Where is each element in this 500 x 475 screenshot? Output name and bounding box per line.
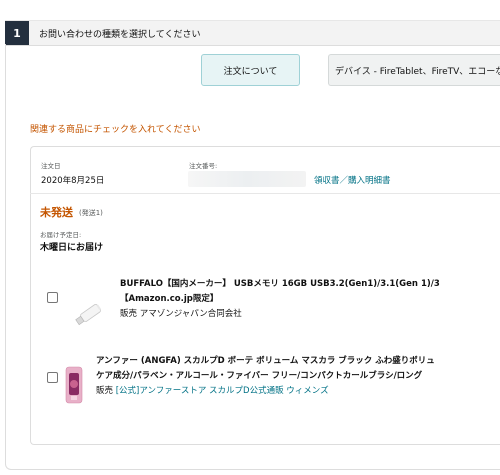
- receipt-link[interactable]: 領収書／購入明細書: [314, 174, 391, 186]
- delivery-value: 木曜日にお届け: [40, 243, 104, 253]
- order-number-masked: [188, 171, 306, 187]
- item-1-title-line2[interactable]: 【Amazon.co.jp限定】: [120, 292, 218, 304]
- item-2-title-line1[interactable]: アンファー (ANGFA) スカルプD ボーテ ボリューム マスカラ ブラック …: [96, 354, 435, 366]
- usb-drive-thumbnail: [72, 296, 108, 332]
- item-checkbox-2[interactable]: [47, 372, 58, 383]
- category-order-button[interactable]: 注文について: [201, 54, 300, 86]
- item-checkbox-1[interactable]: [47, 292, 58, 303]
- category-device-button[interactable]: デバイス - FireTablet、FireTV、エコーな: [328, 54, 500, 86]
- shipping-status: 未発送: [40, 206, 73, 219]
- item-1-seller-name: アマゾンジャパン合同会社: [139, 309, 242, 319]
- divider: [30, 193, 500, 194]
- step-header: 1 お問い合わせの種類を選択してください: [5, 20, 500, 46]
- item-2-seller: 販売 [公式]アンファーストア スカルプD公式通販 ウィメンズ: [96, 384, 329, 396]
- order-date-value: 2020年8月25日: [41, 176, 105, 186]
- shipping-status-count: (発送1): [79, 209, 103, 217]
- item-1-seller-prefix: 販売: [120, 309, 138, 319]
- item-1-title-line1[interactable]: BUFFALO【国内メーカー】 USBメモリ 16GB USB3.2(Gen1)…: [120, 277, 440, 289]
- item-select-prompt: 関連する商品にチェックを入れてください: [30, 125, 201, 135]
- delivery-label: お届け予定日:: [40, 231, 82, 239]
- step-title: お問い合わせの種類を選択してください: [39, 29, 201, 40]
- order-date-label: 注文日: [41, 162, 61, 170]
- step-number: 1: [5, 21, 29, 45]
- mascara-thumbnail: [64, 365, 84, 405]
- item-2-seller-link[interactable]: [公式]アンファーストア スカルプD公式通販 ウィメンズ: [116, 386, 329, 396]
- order-number-label: 注文番号:: [189, 162, 218, 170]
- item-1-seller: 販売 アマゾンジャパン合同会社: [120, 307, 242, 319]
- item-2-seller-prefix: 販売: [96, 386, 114, 396]
- item-2-title-line2[interactable]: ケア成分/パラベン・アルコール・ファイバー フリー/コンパクトカールブラシ/ロン…: [96, 369, 422, 381]
